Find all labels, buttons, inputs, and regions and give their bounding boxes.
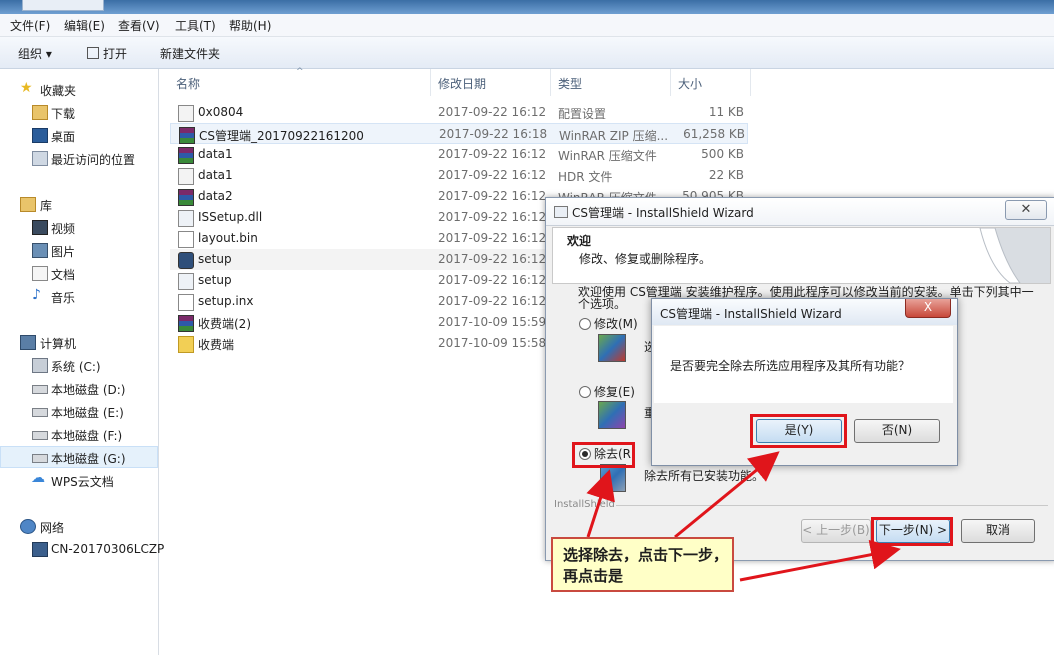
callout-text: 选择除去，点击下一步，再点击是 [563, 546, 729, 585]
arrow-to-next [739, 539, 901, 582]
arrow-to-remove [586, 469, 615, 538]
instruction-callout: 选择除去，点击下一步，再点击是 [551, 537, 734, 592]
arrow-to-yes [674, 451, 780, 539]
annotation-arrows [586, 451, 901, 582]
